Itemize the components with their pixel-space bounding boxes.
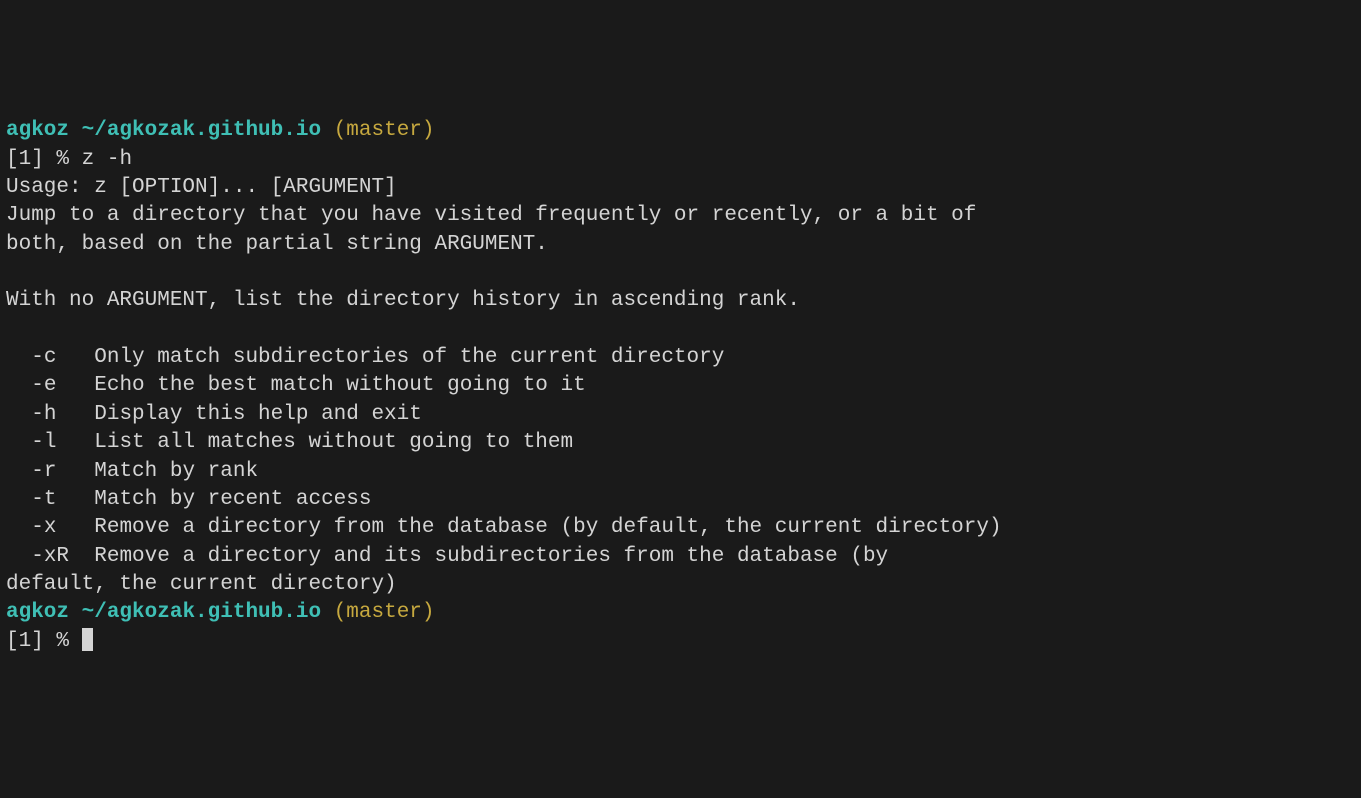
blank-line	[6, 316, 1355, 344]
option-desc: Display this help and exit	[94, 403, 422, 426]
option-desc: Only match subdirectories of the current…	[94, 346, 724, 369]
command-line-1: [1] % z -h	[6, 146, 1355, 174]
option-row: -l List all matches without going to the…	[6, 429, 1355, 457]
option-row: -x Remove a directory from the database …	[6, 514, 1355, 542]
entered-command: z -h	[82, 148, 132, 171]
command-line-2[interactable]: [1] %	[6, 628, 1355, 656]
no-arg-line: With no ARGUMENT, list the directory his…	[6, 287, 1355, 315]
option-flag: -l	[6, 429, 94, 457]
option-row: -r Match by rank	[6, 458, 1355, 486]
prompt-symbol: %	[56, 148, 69, 171]
option-row: -t Match by recent access	[6, 486, 1355, 514]
prompt-symbol: %	[56, 630, 69, 653]
prompt-line-2: agkoz ~/agkozak.github.io (master)	[6, 599, 1355, 627]
cursor-icon	[82, 628, 93, 651]
option-flag: -c	[6, 344, 94, 372]
option-flag: -r	[6, 458, 94, 486]
prompt-branch: (master)	[334, 601, 435, 624]
option-row: -c Only match subdirectories of the curr…	[6, 344, 1355, 372]
prompt-user: agkoz	[6, 601, 69, 624]
option-flag: -x	[6, 514, 94, 542]
usage-line: Usage: z [OPTION]... [ARGUMENT]	[6, 174, 1355, 202]
option-desc: List all matches without going to them	[94, 431, 573, 454]
prompt-branch: (master)	[334, 119, 435, 142]
option-flag: -t	[6, 486, 94, 514]
option-row: -xR Remove a directory and its subdirect…	[6, 543, 1355, 571]
job-indicator: [1]	[6, 148, 44, 171]
option-desc: Echo the best match without going to it	[94, 374, 585, 397]
option-desc: Match by recent access	[94, 488, 371, 511]
option-row: -e Echo the best match without going to …	[6, 372, 1355, 400]
trailing-line: default, the current directory)	[6, 571, 1355, 599]
option-flag: -e	[6, 372, 94, 400]
option-row: -h Display this help and exit	[6, 401, 1355, 429]
option-desc: Remove a directory from the database (by…	[94, 516, 1001, 539]
prompt-line-1: agkoz ~/agkozak.github.io (master)	[6, 117, 1355, 145]
option-flag: -xR	[6, 543, 94, 571]
prompt-user: agkoz	[6, 119, 69, 142]
job-indicator: [1]	[6, 630, 44, 653]
desc-line-2: both, based on the partial string ARGUME…	[6, 231, 1355, 259]
option-flag: -h	[6, 401, 94, 429]
blank-line	[6, 259, 1355, 287]
option-desc: Match by rank	[94, 460, 258, 483]
desc-line-1: Jump to a directory that you have visite…	[6, 202, 1355, 230]
terminal-screen[interactable]: agkoz ~/agkozak.github.io (master)[1] % …	[6, 117, 1355, 656]
prompt-path: ~/agkozak.github.io	[82, 119, 321, 142]
prompt-path: ~/agkozak.github.io	[82, 601, 321, 624]
option-desc: Remove a directory and its subdirectorie…	[94, 545, 888, 568]
